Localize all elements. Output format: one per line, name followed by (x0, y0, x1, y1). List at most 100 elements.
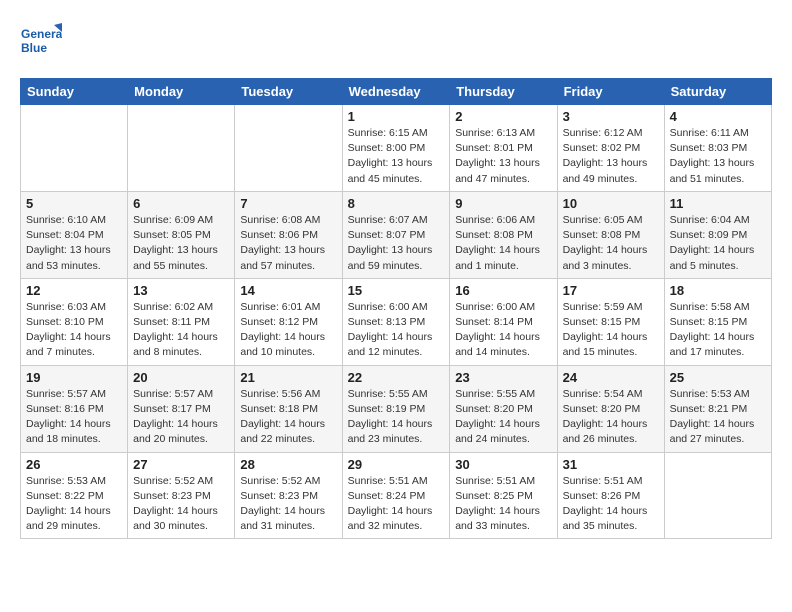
day-info: Sunrise: 5:53 AMSunset: 8:22 PMDaylight:… (26, 474, 122, 535)
day-number: 5 (26, 196, 122, 211)
day-cell: 30Sunrise: 5:51 AMSunset: 8:25 PMDayligh… (450, 452, 557, 539)
day-info: Sunrise: 5:59 AMSunset: 8:15 PMDaylight:… (563, 300, 659, 361)
day-cell: 16Sunrise: 6:00 AMSunset: 8:14 PMDayligh… (450, 278, 557, 365)
svg-text:General: General (21, 27, 62, 41)
day-number: 26 (26, 457, 122, 472)
day-info: Sunrise: 6:08 AMSunset: 8:06 PMDaylight:… (240, 213, 336, 274)
day-info: Sunrise: 5:52 AMSunset: 8:23 PMDaylight:… (240, 474, 336, 535)
day-info: Sunrise: 5:56 AMSunset: 8:18 PMDaylight:… (240, 387, 336, 448)
week-row-5: 26 Sunrise: 5:53 AMSunset: 8:22 PMDayligh… (21, 452, 772, 539)
day-info: Sunrise: 6:10 AMSunset: 8:04 PMDaylight:… (26, 213, 122, 274)
day-cell: 27Sunrise: 5:52 AMSunset: 8:23 PMDayligh… (128, 452, 235, 539)
logo-bird-icon: General Blue (20, 20, 62, 62)
day-info: Sunrise: 5:55 AMSunset: 8:20 PMDaylight:… (455, 387, 551, 448)
day-cell: 1Sunrise: 6:15 AMSunset: 8:00 PMDaylight… (342, 105, 450, 192)
day-info: Sunrise: 6:01 AMSunset: 8:12 PMDaylight:… (240, 300, 336, 361)
day-info: Sunrise: 6:12 AMSunset: 8:02 PMDaylight:… (563, 126, 659, 187)
week-row-1: 1Sunrise: 6:15 AMSunset: 8:00 PMDaylight… (21, 105, 772, 192)
logo: General Blue (20, 20, 62, 62)
day-cell: 11 Sunrise: 6:04 AMSunset: 8:09 PMDayligh… (664, 191, 771, 278)
svg-text:Blue: Blue (21, 41, 47, 55)
day-cell: 29Sunrise: 5:51 AMSunset: 8:24 PMDayligh… (342, 452, 450, 539)
day-cell: 13 Sunrise: 6:02 AMSunset: 8:11 PMDayligh… (128, 278, 235, 365)
day-number: 31 (563, 457, 659, 472)
day-info: Sunrise: 5:51 AMSunset: 8:24 PMDaylight:… (348, 474, 445, 535)
day-info: Sunrise: 5:57 AMSunset: 8:16 PMDaylight:… (26, 387, 122, 448)
day-number: 22 (348, 370, 445, 385)
day-number: 25 (670, 370, 766, 385)
day-number: 4 (670, 109, 766, 124)
day-number: 27 (133, 457, 229, 472)
day-cell: 31 Sunrise: 5:51 AMSunset: 8:26 PMDayligh… (557, 452, 664, 539)
day-cell: 12 Sunrise: 6:03 AMSunset: 8:10 PMDayligh… (21, 278, 128, 365)
day-cell (21, 105, 128, 192)
day-cell: 14 Sunrise: 6:01 AMSunset: 8:12 PMDayligh… (235, 278, 342, 365)
day-number: 2 (455, 109, 551, 124)
day-info: Sunrise: 6:04 AMSunset: 8:09 PMDaylight:… (670, 213, 766, 274)
page: General Blue SundayMondayTuesdayWednesda… (0, 0, 792, 559)
week-row-2: 5 Sunrise: 6:10 AMSunset: 8:04 PMDaylight… (21, 191, 772, 278)
weekday-header-saturday: Saturday (664, 79, 771, 105)
day-number: 16 (455, 283, 551, 298)
day-number: 19 (26, 370, 122, 385)
day-info: Sunrise: 6:11 AMSunset: 8:03 PMDaylight:… (670, 126, 766, 187)
day-cell: 10 Sunrise: 6:05 AMSunset: 8:08 PMDayligh… (557, 191, 664, 278)
weekday-header-friday: Friday (557, 79, 664, 105)
week-row-4: 19 Sunrise: 5:57 AMSunset: 8:16 PMDayligh… (21, 365, 772, 452)
day-info: Sunrise: 6:09 AMSunset: 8:05 PMDaylight:… (133, 213, 229, 274)
weekday-header-sunday: Sunday (21, 79, 128, 105)
day-cell: 20 Sunrise: 5:57 AMSunset: 8:17 PMDayligh… (128, 365, 235, 452)
day-info: Sunrise: 6:05 AMSunset: 8:08 PMDaylight:… (563, 213, 659, 274)
day-number: 18 (670, 283, 766, 298)
day-info: Sunrise: 5:58 AMSunset: 8:15 PMDaylight:… (670, 300, 766, 361)
day-number: 28 (240, 457, 336, 472)
day-cell (664, 452, 771, 539)
day-cell: 7 Sunrise: 6:08 AMSunset: 8:06 PMDaylight… (235, 191, 342, 278)
day-number: 20 (133, 370, 229, 385)
day-cell: 19 Sunrise: 5:57 AMSunset: 8:16 PMDayligh… (21, 365, 128, 452)
day-cell: 2 Sunrise: 6:13 AMSunset: 8:01 PMDaylight… (450, 105, 557, 192)
day-number: 24 (563, 370, 659, 385)
day-number: 14 (240, 283, 336, 298)
day-number: 12 (26, 283, 122, 298)
day-number: 1 (348, 109, 445, 124)
weekday-header-thursday: Thursday (450, 79, 557, 105)
day-number: 8 (348, 196, 445, 211)
day-cell: 6 Sunrise: 6:09 AMSunset: 8:05 PMDaylight… (128, 191, 235, 278)
day-info: Sunrise: 6:06 AMSunset: 8:08 PMDaylight:… (455, 213, 551, 274)
weekday-header-monday: Monday (128, 79, 235, 105)
day-cell: 28 Sunrise: 5:52 AMSunset: 8:23 PMDayligh… (235, 452, 342, 539)
day-number: 10 (563, 196, 659, 211)
day-info: Sunrise: 6:02 AMSunset: 8:11 PMDaylight:… (133, 300, 229, 361)
day-info: Sunrise: 5:51 AMSunset: 8:26 PMDaylight:… (563, 474, 659, 535)
day-info: Sunrise: 5:57 AMSunset: 8:17 PMDaylight:… (133, 387, 229, 448)
day-number: 13 (133, 283, 229, 298)
day-cell: 8Sunrise: 6:07 AMSunset: 8:07 PMDaylight… (342, 191, 450, 278)
day-number: 21 (240, 370, 336, 385)
weekday-header-row: SundayMondayTuesdayWednesdayThursdayFrid… (21, 79, 772, 105)
day-number: 11 (670, 196, 766, 211)
weekday-header-tuesday: Tuesday (235, 79, 342, 105)
day-info: Sunrise: 6:03 AMSunset: 8:10 PMDaylight:… (26, 300, 122, 361)
day-info: Sunrise: 6:13 AMSunset: 8:01 PMDaylight:… (455, 126, 551, 187)
day-cell: 25 Sunrise: 5:53 AMSunset: 8:21 PMDayligh… (664, 365, 771, 452)
day-info: Sunrise: 5:53 AMSunset: 8:21 PMDaylight:… (670, 387, 766, 448)
day-number: 15 (348, 283, 445, 298)
day-cell: 15 Sunrise: 6:00 AMSunset: 8:13 PMDayligh… (342, 278, 450, 365)
day-info: Sunrise: 5:54 AMSunset: 8:20 PMDaylight:… (563, 387, 659, 448)
day-number: 3 (563, 109, 659, 124)
week-row-3: 12 Sunrise: 6:03 AMSunset: 8:10 PMDayligh… (21, 278, 772, 365)
day-cell: 4 Sunrise: 6:11 AMSunset: 8:03 PMDaylight… (664, 105, 771, 192)
day-info: Sunrise: 5:55 AMSunset: 8:19 PMDaylight:… (348, 387, 445, 448)
day-info: Sunrise: 6:00 AMSunset: 8:13 PMDaylight:… (348, 300, 445, 361)
day-cell (235, 105, 342, 192)
day-number: 30 (455, 457, 551, 472)
day-cell: 18 Sunrise: 5:58 AMSunset: 8:15 PMDayligh… (664, 278, 771, 365)
day-cell: 26 Sunrise: 5:53 AMSunset: 8:22 PMDayligh… (21, 452, 128, 539)
day-cell: 23Sunrise: 5:55 AMSunset: 8:20 PMDayligh… (450, 365, 557, 452)
day-number: 9 (455, 196, 551, 211)
day-number: 7 (240, 196, 336, 211)
day-cell: 9 Sunrise: 6:06 AMSunset: 8:08 PMDaylight… (450, 191, 557, 278)
day-number: 6 (133, 196, 229, 211)
day-cell: 24 Sunrise: 5:54 AMSunset: 8:20 PMDayligh… (557, 365, 664, 452)
